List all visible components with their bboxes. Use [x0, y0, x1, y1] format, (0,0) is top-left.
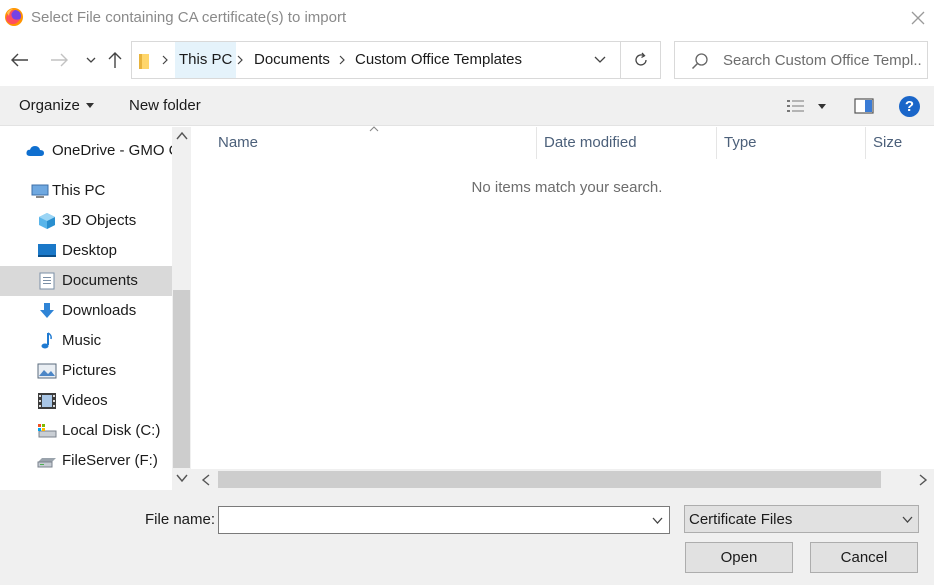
file-list-scrollbar[interactable] [191, 469, 934, 490]
window-title: Select File containing CA certificate(s)… [31, 9, 347, 26]
search-input[interactable] [723, 42, 923, 78]
chevron-down-icon[interactable] [590, 52, 610, 68]
breadcrumb-custom-office-templates[interactable]: Custom Office Templates [351, 42, 526, 78]
chevron-down-icon [902, 516, 913, 523]
sidebar-item-label: Documents [62, 272, 138, 289]
open-button[interactable]: Open [685, 542, 793, 573]
sidebar-item-music[interactable]: Music [0, 326, 172, 356]
cube-icon [39, 213, 55, 229]
address-bar[interactable]: This PC Documents Custom Office Template… [131, 41, 661, 79]
up-arrow-icon [108, 52, 122, 68]
desktop-icon [38, 244, 56, 257]
column-divider[interactable] [716, 127, 717, 159]
title-bar: Select File containing CA certificate(s)… [0, 0, 934, 36]
sidebar-item-label: Downloads [62, 302, 137, 319]
cancel-button[interactable]: Cancel [810, 542, 918, 573]
sidebar-item-label: This PC [52, 182, 106, 199]
column-header-type[interactable]: Type [724, 127, 757, 159]
column-header-date-modified[interactable]: Date modified [544, 127, 637, 159]
sidebar-item-local-disk[interactable]: Local Disk (C:) [0, 416, 172, 446]
sidebar-item-label: Music [62, 332, 102, 349]
folder-icon [139, 54, 149, 69]
column-header-name[interactable]: Name [218, 127, 258, 159]
sidebar-item-fileserver[interactable]: FileServer (F:) [0, 446, 172, 476]
search-icon [691, 53, 708, 70]
sidebar-item-3d-objects[interactable]: 3D Objects [0, 206, 172, 236]
chevron-left-icon[interactable] [201, 474, 211, 486]
file-type-value: Certificate Files [689, 511, 793, 528]
local-disk-icon [38, 424, 57, 438]
sidebar-item-label: Desktop [62, 242, 118, 259]
sidebar-item-label: FileServer (F:) [62, 452, 158, 469]
file-type-select[interactable]: Certificate Files [684, 505, 919, 533]
sidebar-item-pictures[interactable]: Pictures [0, 356, 172, 386]
sort-ascending-icon [369, 126, 379, 132]
chevron-right-icon[interactable] [337, 52, 347, 68]
sidebar-item-this-pc[interactable]: This PC [0, 176, 172, 206]
forward-button[interactable] [47, 48, 71, 72]
refresh-icon [635, 52, 647, 66]
navigation-scrollbar[interactable] [172, 127, 191, 490]
chevron-right-icon [162, 55, 168, 65]
sidebar-item-onedrive[interactable]: OneDrive - GMO C [0, 136, 172, 166]
view-list-icon[interactable] [786, 98, 806, 114]
new-folder-button[interactable]: New folder [129, 97, 201, 114]
breadcrumb-documents[interactable]: Documents [250, 42, 334, 78]
chevron-right-icon[interactable] [235, 52, 245, 68]
computer-icon [31, 184, 49, 198]
sidebar-item-label: 3D Objects [62, 212, 137, 229]
picture-icon [37, 363, 57, 379]
sidebar-item-label: Local Disk (C:) [62, 422, 161, 439]
column-divider[interactable] [865, 127, 866, 159]
command-toolbar: Organize New folder ? [0, 86, 934, 126]
film-icon [38, 393, 56, 409]
dialog-footer: File name: Certificate Files Open Cancel [0, 490, 934, 585]
download-arrow-icon [40, 303, 54, 318]
column-divider[interactable] [536, 127, 537, 159]
back-button[interactable] [8, 48, 32, 72]
sidebar-item-desktop[interactable]: Desktop [0, 236, 172, 266]
refresh-button[interactable] [620, 42, 661, 78]
back-arrow-icon [11, 53, 28, 67]
breadcrumb-this-pc[interactable]: This PC [175, 42, 237, 78]
file-list[interactable]: Name Date modified Type Size No items ma… [191, 126, 934, 469]
up-button[interactable] [103, 48, 127, 72]
scrollbar-thumb[interactable] [173, 290, 190, 468]
file-name-label: File name: [145, 511, 216, 528]
search-box[interactable] [674, 41, 928, 79]
music-note-icon [41, 332, 52, 349]
cloud-icon [26, 146, 44, 156]
caret-down-icon[interactable] [818, 104, 826, 109]
sidebar-item-videos[interactable]: Videos [0, 386, 172, 416]
help-icon[interactable]: ? [899, 96, 920, 117]
navigation-pane: OneDrive - GMO C This PC 3D Objects Desk… [0, 127, 172, 490]
sidebar-item-label: Pictures [62, 362, 117, 379]
organize-button[interactable]: Organize [19, 97, 94, 114]
sidebar-item-label: Videos [62, 392, 108, 409]
chevron-down-icon[interactable] [652, 517, 663, 524]
chevron-right-icon[interactable] [918, 474, 928, 486]
forward-arrow-icon [51, 53, 68, 67]
chevron-down-icon [86, 57, 96, 63]
sidebar-item-documents[interactable]: Documents [0, 266, 172, 296]
navigation-bar: This PC Documents Custom Office Template… [0, 36, 934, 86]
scrollbar-thumb[interactable] [218, 471, 881, 488]
preview-pane-icon[interactable] [854, 97, 874, 115]
organize-label: Organize [19, 97, 80, 114]
empty-message: No items match your search. [471, 179, 663, 196]
chevron-up-icon[interactable] [176, 131, 188, 141]
sidebar-item-label: OneDrive - GMO C [52, 142, 172, 159]
file-name-combobox[interactable] [218, 506, 670, 534]
document-icon [39, 272, 55, 290]
sidebar-item-downloads[interactable]: Downloads [0, 296, 172, 326]
chevron-down-icon[interactable] [176, 473, 188, 483]
recent-locations-button[interactable] [79, 48, 103, 72]
close-icon[interactable] [906, 6, 930, 30]
column-header-size[interactable]: Size [873, 127, 902, 159]
file-name-input[interactable] [223, 507, 643, 533]
network-drive-icon [37, 458, 56, 468]
firefox-icon [5, 8, 23, 26]
caret-down-icon [85, 103, 94, 108]
